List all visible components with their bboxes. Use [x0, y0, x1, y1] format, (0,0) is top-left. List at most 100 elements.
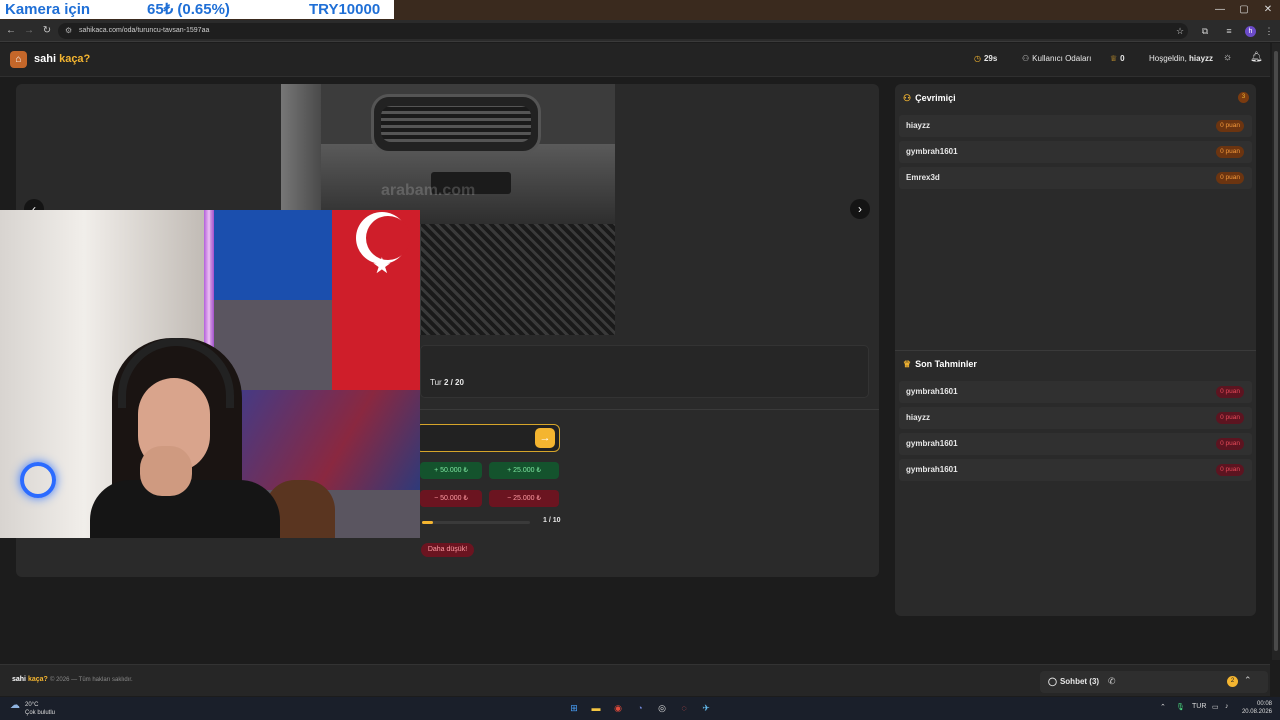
- logo-main-text: sahi: [34, 53, 57, 65]
- footer-logo[interactable]: sahi kaça?: [12, 676, 48, 683]
- vent-slats: [381, 106, 531, 142]
- clock-time: 00:08: [1256, 701, 1272, 707]
- weather-temp: 20°C: [25, 702, 39, 708]
- site-info-icon[interactable]: ⚙: [65, 23, 72, 39]
- header-username: hiayzz: [1189, 54, 1214, 63]
- logo-accent-text: kaça?: [59, 53, 91, 65]
- player-points: 0 puan: [1216, 146, 1244, 158]
- profile-avatar[interactable]: h: [1245, 26, 1256, 37]
- timer-icon: ◷: [974, 54, 981, 63]
- minus-25000-button[interactable]: − 25.000 ₺: [489, 490, 559, 507]
- language-indicator[interactable]: TUR: [1192, 703, 1206, 710]
- clock-date: 20.08.2026: [1241, 709, 1272, 715]
- url-field[interactable]: ⚙ sahikaca.com/oda/turuncu-tavsan-1597aa: [58, 23, 1188, 39]
- media-control-icon[interactable]: ≡: [1222, 23, 1236, 39]
- theme-toggle-icon[interactable]: ☼: [1223, 52, 1232, 64]
- stream-donation-banner: Kamera için 65₺ (0.65%) TRY10000: [0, 0, 394, 19]
- chat-unread-badge: 2: [1227, 676, 1238, 687]
- timer-value: 29s: [983, 54, 998, 63]
- player-name: gymbrah1601: [906, 147, 958, 156]
- webcam-blue-light: [20, 462, 56, 498]
- recent-guesses-title: ♕ Son Tahminler: [903, 359, 977, 370]
- tray-expand-icon[interactable]: ⌃: [1160, 703, 1166, 711]
- forward-icon[interactable]: →: [22, 23, 36, 39]
- app-icon[interactable]: ◌: [677, 701, 691, 715]
- guess-player-name: gymbrah1601: [906, 439, 958, 448]
- trophy-icon: ♕: [1110, 54, 1118, 63]
- home-icon[interactable]: ⌂: [10, 51, 27, 68]
- online-player-row: hiayzz 0 puan: [899, 115, 1252, 137]
- network-icon[interactable]: ▭: [1212, 703, 1219, 711]
- webcam-blanket: [220, 390, 420, 490]
- minus-50000-button[interactable]: − 50.000 ₺: [420, 490, 482, 507]
- maximize-button[interactable]: ▢: [1232, 0, 1256, 20]
- chat-label[interactable]: ◯ Sohbet (3): [1048, 677, 1099, 686]
- guess-points: 0 puan: [1216, 464, 1244, 476]
- round-info-box: [420, 345, 869, 398]
- banner-right-text: TRY10000: [309, 1, 381, 18]
- recent-title-text: Son Tahminler: [915, 359, 977, 369]
- banner-middle-text: 65₺ (0.65%): [147, 1, 230, 18]
- recent-guess-row: gymbrah1601 0 puan: [899, 433, 1252, 455]
- footer-logo-main: sahi: [12, 676, 27, 683]
- page-scrollbar[interactable]: [1272, 43, 1280, 660]
- user-rooms-link[interactable]: ⚇ Kullanıcı Odaları: [1022, 53, 1091, 65]
- reload-icon[interactable]: ↻: [40, 23, 54, 39]
- notifications-bell-icon[interactable]: 🔔︎: [1250, 52, 1263, 64]
- browser-menu-icon[interactable]: ⋮: [1262, 23, 1276, 39]
- taskbar-clock[interactable]: 00:08 20.08.2026: [1240, 700, 1272, 716]
- next-photo-button[interactable]: ›: [850, 199, 870, 219]
- back-icon[interactable]: ←: [4, 23, 18, 39]
- users-icon: ⚇: [1022, 54, 1030, 63]
- attempts-count: 1 / 10: [543, 517, 561, 524]
- volume-icon[interactable]: ♪: [1225, 703, 1229, 710]
- guess-player-name: hiayzz: [906, 413, 931, 422]
- bookmark-star-icon[interactable]: ☆: [1173, 23, 1187, 39]
- player-name: Emrex3d: [906, 173, 940, 182]
- extensions-icon[interactable]: ⧉: [1198, 23, 1212, 39]
- window-controls: — ▢ ✕: [1208, 0, 1280, 20]
- close-window-button[interactable]: ✕: [1256, 0, 1280, 20]
- guess-points: 0 puan: [1216, 412, 1244, 424]
- discord-icon[interactable]: ◔: [633, 701, 647, 715]
- site-logo[interactable]: sahi kaça?: [34, 53, 90, 65]
- hint-badge: Daha düşük!: [421, 543, 474, 557]
- copyright-text: © 2026 — Tüm hakları saklıdır.: [50, 677, 133, 683]
- online-title-text: Çevrimiçi: [915, 93, 956, 103]
- file-explorer-icon[interactable]: ▬: [589, 701, 603, 715]
- attempts-progress-fill: [422, 521, 433, 524]
- online-count-badge: 3: [1238, 92, 1249, 103]
- chrome-icon[interactable]: ◉: [611, 701, 625, 715]
- round-label: Tur: [430, 378, 442, 387]
- side-divider: [895, 350, 1256, 351]
- player-points: 0 puan: [1216, 172, 1244, 184]
- recent-guess-row: gymbrah1601 0 puan: [899, 459, 1252, 481]
- phone-icon[interactable]: ✆: [1108, 676, 1116, 687]
- steam-icon[interactable]: ✈: [699, 701, 713, 715]
- footer-logo-accent: kaça?: [27, 676, 48, 683]
- online-player-row: Emrex3d 0 puan: [899, 167, 1252, 189]
- floor-mat: [421, 224, 615, 335]
- cloud-icon: ☁: [10, 700, 20, 711]
- minimize-button[interactable]: —: [1208, 0, 1232, 20]
- attempts-progress-bar: [422, 521, 530, 524]
- submit-guess-button[interactable]: →: [535, 428, 555, 448]
- webcam-overlay: ★: [0, 210, 420, 538]
- chevron-up-icon[interactable]: ⌃: [1244, 675, 1252, 686]
- windows-start-icon[interactable]: ⊞: [567, 701, 581, 715]
- banner-left-text: Kamera için: [5, 1, 91, 18]
- plus-25000-button[interactable]: + 25.000 ₺: [489, 462, 559, 479]
- plus-50000-button[interactable]: + 50.000 ₺: [420, 462, 482, 479]
- trophy-icon: ♕: [903, 359, 912, 369]
- round-value: 2 / 20: [443, 378, 464, 387]
- recent-guess-row: gymbrah1601 0 puan: [899, 381, 1252, 403]
- browser-icon[interactable]: ◎: [655, 701, 669, 715]
- score-display: ♕ 0: [1110, 53, 1125, 65]
- welcome-text: Hoşgeldin, hiayzz: [1149, 53, 1213, 65]
- online-title: ⚇ Çevrimiçi: [903, 93, 956, 104]
- users-icon: ⚇: [903, 93, 912, 103]
- online-player-row: gymbrah1601 0 puan: [899, 141, 1252, 163]
- round-timer: ◷ 29s: [974, 53, 997, 65]
- mic-icon[interactable]: 🎙︎: [1176, 703, 1185, 711]
- scrollbar-thumb[interactable]: [1274, 51, 1278, 651]
